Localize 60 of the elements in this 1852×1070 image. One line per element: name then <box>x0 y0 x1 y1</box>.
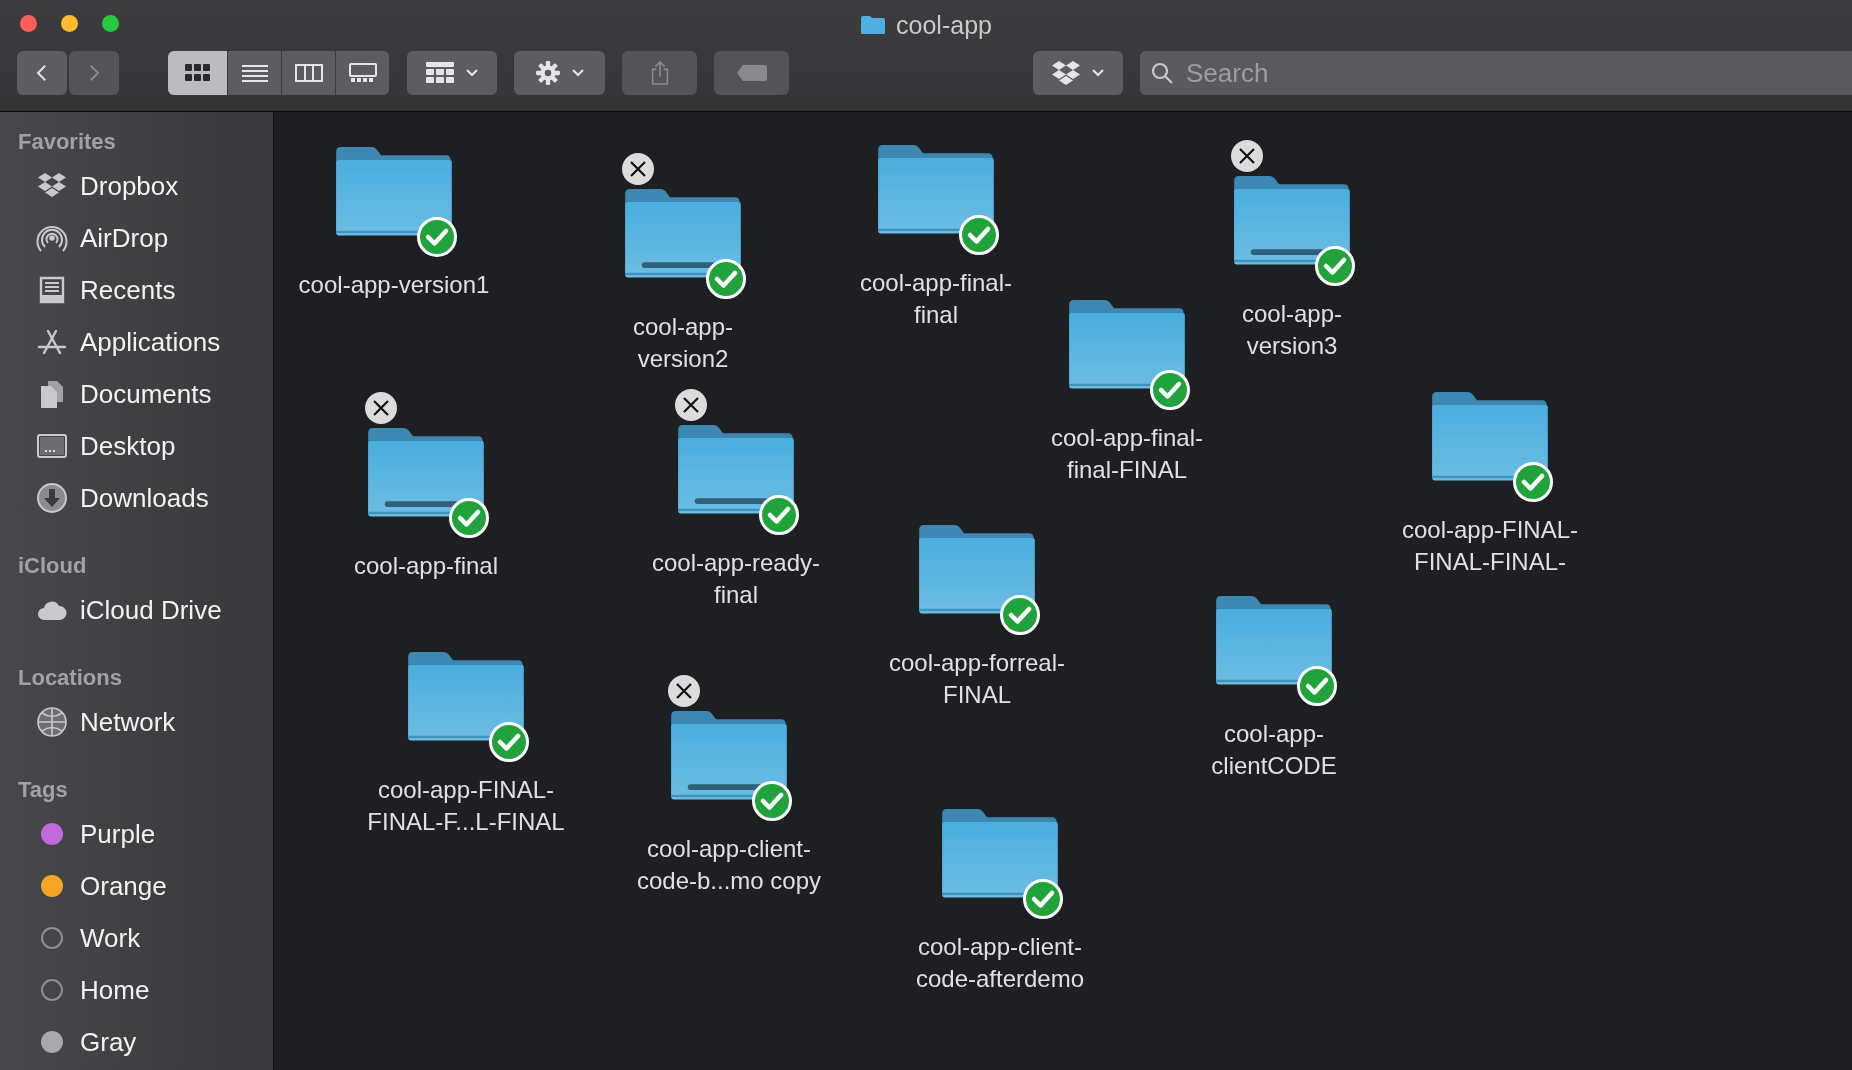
gallery-view-tab[interactable] <box>335 51 389 95</box>
folder-name: cool-app-FINAL- FINAL-FINAL- <box>1400 515 1580 577</box>
tag-icon <box>734 63 769 83</box>
columns-icon <box>293 62 324 84</box>
gear-icon <box>534 60 561 86</box>
close-icon[interactable] <box>364 391 398 425</box>
caret-icon <box>570 68 585 78</box>
search-field[interactable]: Search <box>1140 51 1852 95</box>
sidebar-item[interactable]: Home <box>80 974 150 1006</box>
dropbox-icon <box>1051 60 1081 86</box>
window-control[interactable] <box>20 15 37 32</box>
folder-name: cool-app-final- final <box>858 268 1014 330</box>
sidebar-item[interactable]: AirDrop <box>80 222 169 254</box>
close-icon[interactable] <box>674 388 708 422</box>
folder-name: cool-app-final <box>352 551 500 581</box>
sidebar-item[interactable]: Orange <box>80 870 167 902</box>
folder-name: cool-app- version3 <box>1240 299 1344 361</box>
window-title: cool-app <box>896 10 992 40</box>
section-header: Favorites <box>17 128 117 156</box>
close-icon[interactable] <box>1230 139 1264 173</box>
sidebar-item[interactable]: Recents <box>80 274 176 306</box>
sidebar-item[interactable]: Downloads <box>80 482 209 514</box>
folder-name: cool-app- version2 <box>631 312 735 374</box>
icons-view-tab[interactable] <box>168 51 227 95</box>
folder-name: cool-app- clientCODE <box>1210 719 1338 781</box>
action-button[interactable] <box>514 51 605 95</box>
group-button[interactable] <box>407 51 497 95</box>
folder-name: cool-app-forreal- FINAL <box>887 648 1067 710</box>
sidebar-item[interactable]: Network <box>80 706 176 738</box>
sidebar-item[interactable]: Documents <box>80 378 212 410</box>
window-control[interactable] <box>61 15 78 32</box>
grid-icon <box>182 62 213 84</box>
gallery-icon <box>347 62 378 84</box>
sidebar-item[interactable]: Work <box>80 922 141 954</box>
sidebar-item[interactable]: Purple <box>80 818 156 850</box>
folder-name: cool-app-ready- final <box>650 548 822 610</box>
caret-icon <box>1091 68 1105 78</box>
sidebar-item[interactable]: iCloud Drive <box>80 594 222 626</box>
list-icon <box>239 62 270 84</box>
sidebar-item[interactable]: Desktop <box>80 430 176 462</box>
folder-icon <box>860 15 887 35</box>
grid-icon <box>425 61 455 85</box>
sidebar-item[interactable]: Applications <box>80 326 221 358</box>
folder-name: cool-app-version1 <box>297 270 491 300</box>
caret-icon <box>465 68 479 78</box>
folder-name: cool-app-final- final-FINAL <box>1049 423 1205 485</box>
close-icon[interactable] <box>667 674 701 708</box>
section-header: iCloud <box>17 552 88 580</box>
dropbox-button[interactable] <box>1033 51 1123 95</box>
section-header: Tags <box>17 776 69 804</box>
folder-name: cool-app-FINAL- FINAL-F...L-FINAL <box>366 775 566 837</box>
close-icon[interactable] <box>621 152 655 186</box>
folder-name: cool-app-client- code-afterdemo <box>914 932 1086 994</box>
section-header: Locations <box>17 664 123 692</box>
download-icon <box>36 482 68 514</box>
window-control[interactable] <box>102 15 119 32</box>
folder-name: cool-app-client- code-b...mo copy <box>635 834 823 896</box>
globe-icon <box>36 706 68 738</box>
sidebar-item[interactable]: Dropbox <box>80 170 179 202</box>
sidebar-item[interactable]: Gray <box>80 1026 137 1058</box>
